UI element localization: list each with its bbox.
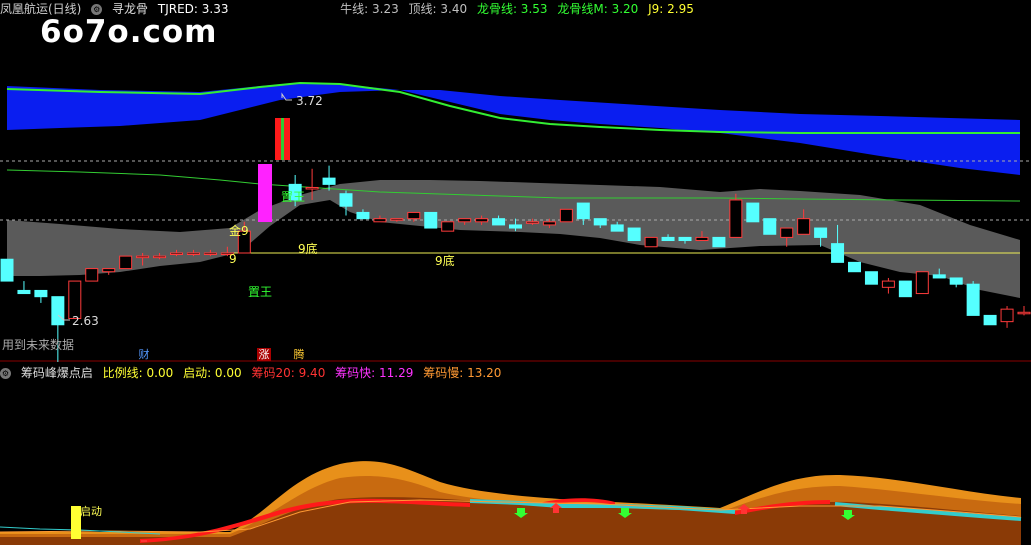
candle-body[interactable] <box>814 227 828 238</box>
candle-body[interactable] <box>610 224 624 232</box>
candle-body[interactable] <box>712 236 726 248</box>
candle-body[interactable] <box>441 221 455 232</box>
candle-body[interactable] <box>373 218 387 223</box>
candle-body[interactable] <box>305 186 319 190</box>
chip-peak-chart[interactable] <box>0 382 1031 545</box>
start-signal-label: 启动 <box>80 505 102 518</box>
candle-body[interactable] <box>119 255 133 270</box>
candle-body[interactable] <box>136 255 150 259</box>
header-value-longgu-m: 龙骨线M: 3.20 <box>557 2 639 16</box>
candle-body[interactable] <box>68 280 82 320</box>
sub-value-chip-slow: 筹码慢: 13.20 <box>423 366 502 380</box>
candle-body[interactable] <box>881 280 895 288</box>
candle-body[interactable] <box>661 236 675 242</box>
candle-body[interactable] <box>932 274 946 279</box>
candle-body[interactable] <box>102 268 116 273</box>
candle-body[interactable] <box>51 296 65 326</box>
gold9-label: 金9 <box>229 224 249 238</box>
candle-body[interactable] <box>576 202 590 220</box>
header-value-dingxian: 顶线: 3.40 <box>408 2 468 16</box>
candle-body[interactable] <box>542 221 556 226</box>
candle-body[interactable] <box>475 218 489 223</box>
candle-body[interactable] <box>153 255 167 259</box>
candle-body[interactable] <box>678 236 692 242</box>
sub-indicator-title[interactable]: 筹码峰爆点启 <box>21 366 93 380</box>
candle-body[interactable] <box>780 227 794 238</box>
candle-body[interactable] <box>627 227 641 242</box>
candle-body[interactable] <box>695 236 709 242</box>
candle-body[interactable] <box>85 268 99 282</box>
candle-body[interactable] <box>509 224 522 229</box>
candle-body[interactable] <box>983 314 997 326</box>
header-value-j9: J9: 2.95 <box>648 2 694 16</box>
candle-body[interactable] <box>186 252 200 255</box>
sub-value-ratio: 比例线: 0.00 <box>102 366 174 380</box>
candle-body[interactable] <box>644 236 658 248</box>
sub-value-chip-fast: 筹码快: 11.29 <box>335 366 414 380</box>
candle-body[interactable] <box>797 218 811 235</box>
candle-body[interactable] <box>203 252 217 255</box>
tag-zhang: 涨 <box>257 348 271 361</box>
wang-bottom-label: 置王 <box>248 285 273 299</box>
candle-body[interactable] <box>898 280 912 298</box>
bottom9-label-b: 9底 <box>435 254 455 268</box>
candle-body[interactable] <box>831 243 845 263</box>
candle-body[interactable] <box>848 261 861 273</box>
candle-body[interactable] <box>339 193 353 207</box>
candle-body[interactable] <box>729 199 743 238</box>
candle-body[interactable] <box>17 289 31 295</box>
candle-body[interactable] <box>915 271 929 295</box>
tag-teng: 腾 <box>293 348 305 361</box>
candle-body[interactable] <box>492 218 506 226</box>
bottom9-label-a: 9底 <box>298 242 318 256</box>
candle-body[interactable] <box>949 277 963 285</box>
tag-cai: 财 <box>138 348 150 361</box>
sub-value-chip20: 筹码20: 9.40 <box>251 366 326 380</box>
wang-top-label: 置王 <box>281 190 306 204</box>
candle-body[interactable] <box>407 211 421 220</box>
high-price-label: 3.72 <box>296 94 323 108</box>
candle-body[interactable] <box>322 177 336 185</box>
candle-body[interactable] <box>746 202 760 223</box>
low-price-label: 2.63 <box>72 314 99 328</box>
signal-bar-green-narrow <box>281 118 284 160</box>
candle-body[interactable] <box>1017 311 1031 315</box>
sub-indicator-settings-icon[interactable]: ⚙ <box>0 368 11 379</box>
candle-body[interactable] <box>1000 308 1014 323</box>
sub-chart-header: ⚙ 筹码峰爆点启 比例线: 0.00 启动: 0.00 筹码20: 9.40 筹… <box>0 364 507 382</box>
candle-body[interactable] <box>390 218 404 221</box>
candle-body[interactable] <box>559 208 573 223</box>
candle-body[interactable] <box>966 283 980 316</box>
candle-body[interactable] <box>458 218 472 223</box>
future-data-note: 用到未来数据 <box>2 338 75 352</box>
header-value-longgu: 龙骨线: 3.53 <box>476 2 548 16</box>
candle-body[interactable] <box>356 211 370 220</box>
candle-body[interactable] <box>424 211 438 229</box>
header-value-niuxian: 牛线: 3.23 <box>340 2 399 16</box>
signal-bar-magenta <box>258 164 272 222</box>
candle-body[interactable] <box>593 218 607 226</box>
sub-value-start: 启动: 0.00 <box>183 366 242 380</box>
nine-label: 9 <box>229 252 237 266</box>
up-arrow-small <box>141 540 147 542</box>
main-price-chart[interactable] <box>0 0 1031 362</box>
candle-body[interactable] <box>0 258 14 282</box>
candle-body[interactable] <box>525 221 539 224</box>
candle-body[interactable] <box>170 252 183 255</box>
candle-body[interactable] <box>34 289 48 298</box>
candle-body[interactable] <box>864 271 878 285</box>
site-watermark: 6o7o.com <box>40 14 218 50</box>
candle-body[interactable] <box>763 218 777 235</box>
